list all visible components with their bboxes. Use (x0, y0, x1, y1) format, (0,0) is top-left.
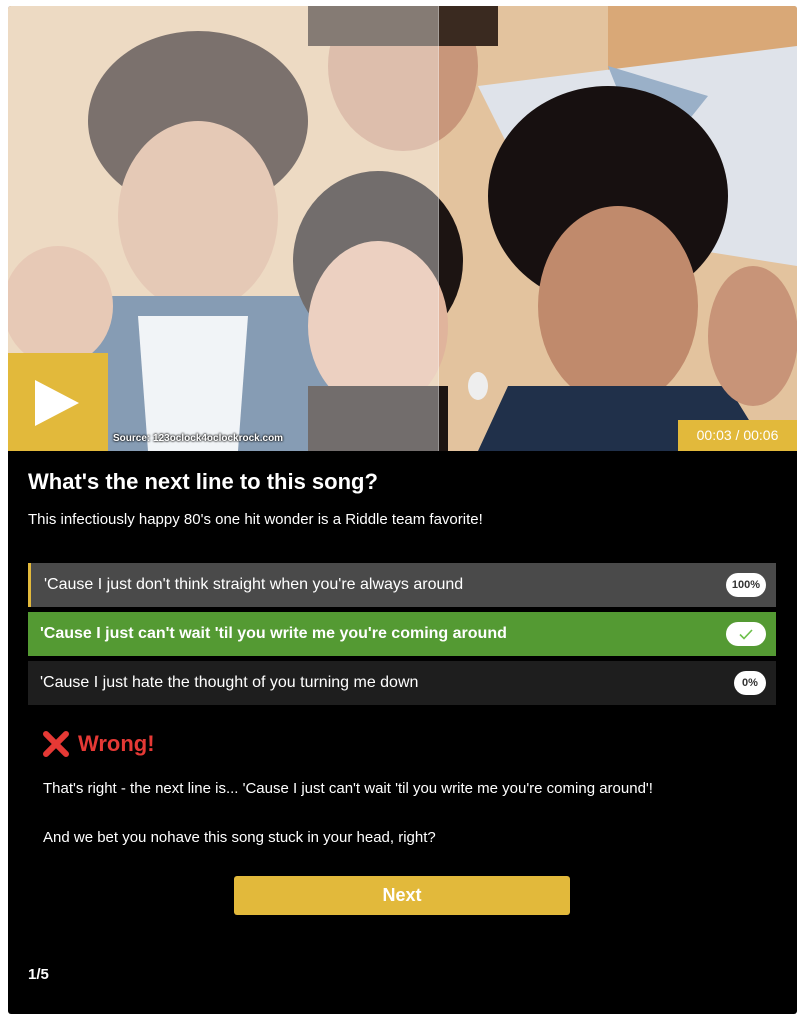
answer-option-text: 'Cause I just don't think straight when … (44, 576, 464, 593)
quiz-card: Source: 123oclock4oclockrock.com 00:03 /… (8, 6, 797, 1014)
play-icon (35, 380, 79, 426)
feedback-text: And we bet you nohave this song stuck in… (43, 829, 436, 846)
question-subtitle: This infectiously happy 80's one hit won… (28, 511, 483, 528)
media-player: Source: 123oclock4oclockrock.com 00:03 /… (8, 6, 797, 451)
play-button[interactable] (8, 353, 108, 451)
answer-option-3[interactable]: 'Cause I just hate the thought of you tu… (28, 661, 776, 705)
result-label: Wrong! (78, 731, 155, 756)
correct-check-badge (726, 622, 766, 646)
playback-timer: 00:03 / 00:06 (678, 420, 797, 451)
reveal-divider (438, 6, 439, 451)
answer-option-text: 'Cause I just hate the thought of you tu… (40, 674, 419, 691)
image-source-credit: Source: 123oclock4oclockrock.com (113, 433, 284, 444)
question-progress: 1/5 (28, 966, 49, 983)
answer-option-1[interactable]: 'Cause I just don't think straight when … (28, 563, 776, 607)
check-icon (739, 628, 753, 640)
answer-option-2[interactable]: 'Cause I just can't wait 'til you write … (28, 612, 776, 656)
answer-option-text: 'Cause I just can't wait 'til you write … (40, 625, 507, 642)
result-indicator: Wrong! (42, 730, 155, 758)
question-title: What's the next line to this song? (28, 469, 378, 494)
x-mark-icon (43, 731, 69, 757)
feedback-text: That's right - the next line is... 'Caus… (43, 780, 653, 797)
next-button[interactable]: Next (234, 876, 570, 915)
answer-percentage-badge: 0% (734, 671, 766, 695)
answer-percentage-badge: 100% (725, 573, 766, 597)
